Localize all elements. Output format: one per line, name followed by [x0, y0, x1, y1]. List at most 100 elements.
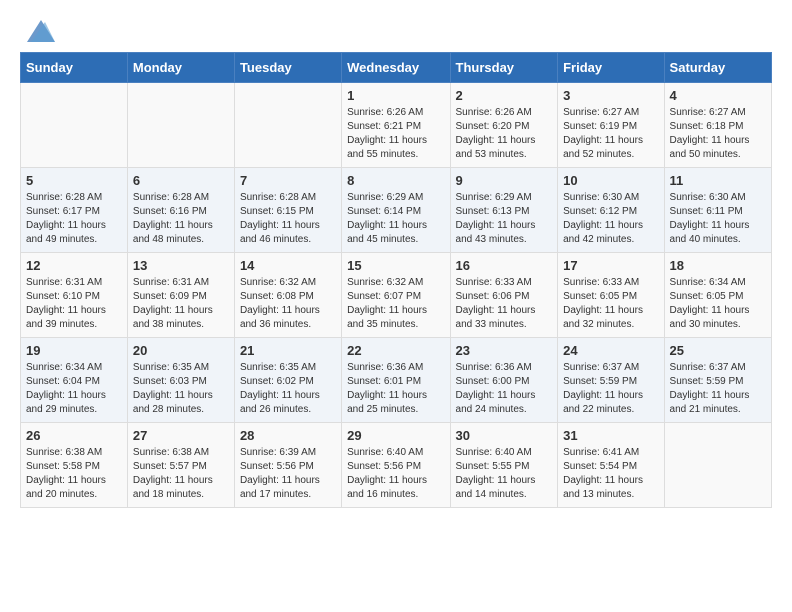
sunset-text: Sunset: 6:16 PM — [133, 206, 207, 217]
sunrise-text: Sunrise: 6:27 AM — [563, 107, 639, 118]
sunset-text: Sunset: 6:14 PM — [347, 206, 421, 217]
daylight-text: Daylight: 11 hours — [670, 390, 750, 401]
daylight-minutes: and 29 minutes. — [26, 404, 97, 415]
daylight-minutes: and 16 minutes. — [347, 489, 418, 500]
calendar-cell: 20Sunrise: 6:35 AMSunset: 6:03 PMDayligh… — [127, 338, 234, 423]
sunrise-text: Sunrise: 6:35 AM — [133, 362, 209, 373]
sunset-text: Sunset: 6:02 PM — [240, 376, 314, 387]
sunset-text: Sunset: 5:55 PM — [456, 461, 530, 472]
calendar-header-monday: Monday — [127, 53, 234, 83]
calendar-cell: 10 Sunrise: 6:30 AMSunset: 6:12 PMDayligh… — [558, 168, 664, 253]
daylight-text: Daylight: 11 hours — [26, 305, 106, 316]
calendar-week-4: 19Sunrise: 6:34 AMSunset: 6:04 PMDayligh… — [21, 338, 772, 423]
daylight-minutes: and 28 minutes. — [133, 404, 204, 415]
day-number: 24 — [563, 343, 658, 358]
calendar-cell: 18Sunrise: 6:34 AMSunset: 6:05 PMDayligh… — [664, 253, 771, 338]
sunset-text: Sunset: 6:15 PM — [240, 206, 314, 217]
day-info: Sunrise: 6:29 AMSunset: 6:13 PMDaylight:… — [456, 191, 553, 247]
sunset-text: Sunset: 6:03 PM — [133, 376, 207, 387]
day-info: Sunrise: 6:30 AMSunset: 6:12 PMDaylight:… — [563, 191, 658, 247]
daylight-text: Daylight: 11 hours — [563, 220, 643, 231]
sunrise-text: Sunrise: 6:27 AM — [670, 107, 746, 118]
calendar-cell: 1 Sunrise: 6:26 AMSunset: 6:21 PMDaylight… — [342, 83, 450, 168]
daylight-minutes: and 18 minutes. — [133, 489, 204, 500]
daylight-minutes: and 39 minutes. — [26, 319, 97, 330]
day-number: 3 — [563, 88, 658, 103]
calendar-cell: 22Sunrise: 6:36 AMSunset: 6:01 PMDayligh… — [342, 338, 450, 423]
day-number: 21 — [240, 343, 336, 358]
daylight-minutes: and 36 minutes. — [240, 319, 311, 330]
sunrise-text: Sunrise: 6:29 AM — [456, 192, 532, 203]
daylight-text: Daylight: 11 hours — [347, 305, 427, 316]
calendar-cell: 11Sunrise: 6:30 AMSunset: 6:11 PMDayligh… — [664, 168, 771, 253]
day-info: Sunrise: 6:37 AMSunset: 5:59 PMDaylight:… — [563, 361, 658, 417]
day-info: Sunrise: 6:26 AMSunset: 6:20 PMDaylight:… — [456, 106, 553, 162]
day-number: 30 — [456, 428, 553, 443]
sunset-text: Sunset: 6:04 PM — [26, 376, 100, 387]
calendar-week-5: 26 Sunrise: 6:38 AMSunset: 5:58 PMDayligh… — [21, 423, 772, 508]
calendar-cell: 12Sunrise: 6:31 AMSunset: 6:10 PMDayligh… — [21, 253, 128, 338]
day-number: 4 — [670, 88, 766, 103]
daylight-text: Daylight: 11 hours — [456, 475, 536, 486]
calendar-cell: 27Sunrise: 6:38 AMSunset: 5:57 PMDayligh… — [127, 423, 234, 508]
day-info: Sunrise: 6:40 AMSunset: 5:55 PMDaylight:… — [456, 446, 553, 502]
logo-icon — [27, 20, 55, 42]
calendar-cell: 4Sunrise: 6:27 AMSunset: 6:18 PMDaylight… — [664, 83, 771, 168]
sunset-text: Sunset: 6:05 PM — [563, 291, 637, 302]
daylight-minutes: and 53 minutes. — [456, 149, 527, 160]
calendar-header-tuesday: Tuesday — [234, 53, 341, 83]
day-info: Sunrise: 6:38 AMSunset: 5:58 PMDaylight:… — [26, 446, 122, 502]
day-info: Sunrise: 6:41 AMSunset: 5:54 PMDaylight:… — [563, 446, 658, 502]
day-number: 10 — [563, 173, 658, 188]
calendar-cell: 23Sunrise: 6:36 AMSunset: 6:00 PMDayligh… — [450, 338, 558, 423]
daylight-text: Daylight: 11 hours — [347, 475, 427, 486]
daylight-minutes: and 17 minutes. — [240, 489, 311, 500]
sunrise-text: Sunrise: 6:37 AM — [563, 362, 639, 373]
calendar-cell — [664, 423, 771, 508]
calendar-cell: 13Sunrise: 6:31 AMSunset: 6:09 PMDayligh… — [127, 253, 234, 338]
day-number: 26 — [26, 428, 122, 443]
daylight-text: Daylight: 11 hours — [670, 305, 750, 316]
calendar-header-row: SundayMondayTuesdayWednesdayThursdayFrid… — [21, 53, 772, 83]
day-info: Sunrise: 6:27 AMSunset: 6:19 PMDaylight:… — [563, 106, 658, 162]
calendar-cell: 9Sunrise: 6:29 AMSunset: 6:13 PMDaylight… — [450, 168, 558, 253]
sunrise-text: Sunrise: 6:36 AM — [347, 362, 423, 373]
page-header — [10, 10, 782, 52]
day-number: 8 — [347, 173, 444, 188]
calendar-cell: 24 Sunrise: 6:37 AMSunset: 5:59 PMDayligh… — [558, 338, 664, 423]
calendar-week-1: 1 Sunrise: 6:26 AMSunset: 6:21 PMDaylight… — [21, 83, 772, 168]
sunset-text: Sunset: 6:01 PM — [347, 376, 421, 387]
daylight-text: Daylight: 11 hours — [563, 135, 643, 146]
daylight-minutes: and 40 minutes. — [670, 234, 741, 245]
day-number: 2 — [456, 88, 553, 103]
sunrise-text: Sunrise: 6:31 AM — [26, 277, 102, 288]
day-info: Sunrise: 6:40 AMSunset: 5:56 PMDaylight:… — [347, 446, 444, 502]
day-info: Sunrise: 6:36 AMSunset: 6:00 PMDaylight:… — [456, 361, 553, 417]
daylight-text: Daylight: 11 hours — [26, 220, 106, 231]
daylight-minutes: and 42 minutes. — [563, 234, 634, 245]
sunrise-text: Sunrise: 6:38 AM — [133, 447, 209, 458]
calendar-cell: 29Sunrise: 6:40 AMSunset: 5:56 PMDayligh… — [342, 423, 450, 508]
daylight-text: Daylight: 11 hours — [456, 135, 536, 146]
calendar-cell: 5Sunrise: 6:28 AMSunset: 6:17 PMDaylight… — [21, 168, 128, 253]
sunrise-text: Sunrise: 6:37 AM — [670, 362, 746, 373]
calendar-cell: 28Sunrise: 6:39 AMSunset: 5:56 PMDayligh… — [234, 423, 341, 508]
daylight-minutes: and 21 minutes. — [670, 404, 741, 415]
daylight-minutes: and 49 minutes. — [26, 234, 97, 245]
day-number: 15 — [347, 258, 444, 273]
daylight-text: Daylight: 11 hours — [563, 305, 643, 316]
daylight-minutes: and 35 minutes. — [347, 319, 418, 330]
day-info: Sunrise: 6:26 AMSunset: 6:21 PMDaylight:… — [347, 106, 444, 162]
calendar-header-sunday: Sunday — [21, 53, 128, 83]
sunset-text: Sunset: 6:05 PM — [670, 291, 744, 302]
sunset-text: Sunset: 6:12 PM — [563, 206, 637, 217]
day-info: Sunrise: 6:37 AMSunset: 5:59 PMDaylight:… — [670, 361, 766, 417]
calendar-cell: 31 Sunrise: 6:41 AMSunset: 5:54 PMDayligh… — [558, 423, 664, 508]
day-number: 1 — [347, 88, 444, 103]
sunrise-text: Sunrise: 6:35 AM — [240, 362, 316, 373]
day-number: 31 — [563, 428, 658, 443]
sunrise-text: Sunrise: 6:41 AM — [563, 447, 639, 458]
daylight-minutes: and 20 minutes. — [26, 489, 97, 500]
day-number: 17 — [563, 258, 658, 273]
day-info: Sunrise: 6:33 AMSunset: 6:06 PMDaylight:… — [456, 276, 553, 332]
